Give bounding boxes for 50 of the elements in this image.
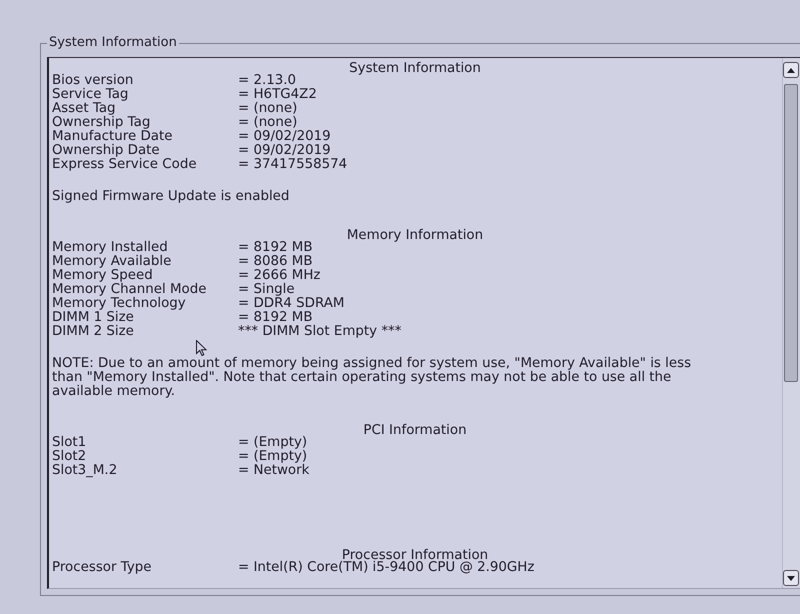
group-box-title: System Information (48, 36, 178, 50)
field-value: = DDR4 SDRAM (238, 297, 344, 311)
field-label: Express Service Code (52, 158, 197, 172)
field-label: Memory Speed (52, 269, 153, 283)
field-value: = 37417558574 (238, 158, 348, 172)
field-value: = 8192 MB (238, 241, 313, 255)
field-value: = 09/02/2019 (238, 130, 331, 144)
scrollbar[interactable] (782, 58, 800, 588)
field-value: = 09/02/2019 (238, 144, 331, 158)
mouse-pointer-icon (196, 340, 207, 356)
field-label: Memory Installed (52, 241, 168, 255)
field-value: = (none) (238, 116, 298, 130)
field-label: Manufacture Date (52, 130, 172, 144)
field-value: = (Empty) (238, 450, 308, 464)
caret-down-icon (787, 576, 795, 580)
section-heading: Processor Information (342, 550, 488, 561)
field-label: Slot1 (52, 436, 86, 450)
field-label: Ownership Tag (52, 116, 150, 130)
section-heading: PCI Information (363, 425, 467, 436)
section-heading: Memory Information (346, 230, 484, 241)
field-label: Asset Tag (52, 102, 116, 116)
scroll-up-button[interactable] (783, 62, 799, 78)
scrollbar-thumb[interactable] (784, 84, 798, 382)
scroll-down-button[interactable] (783, 570, 799, 586)
field-value: = H6TG4Z2 (238, 88, 317, 102)
field-value: = 8192 MB (238, 311, 313, 325)
field-value: = 2666 MHz (238, 269, 320, 283)
field-label: Memory Channel Mode (52, 283, 206, 297)
field-label: DIMM 2 Size (52, 325, 134, 339)
field-label: Slot2 (52, 450, 86, 464)
caret-up-icon (787, 68, 795, 72)
field-value: = Single (238, 283, 295, 297)
field-value: = (Empty) (238, 436, 308, 450)
field-value: = Intel(R) Core(TM) i5-9400 CPU @ 2.90GHz (238, 561, 534, 575)
note-text: NOTE: Due to an amount of memory being assigned for system use, "Memory Available" is less than "Memory Installed". Note that certain operating systems may not be able to use all the available memory. (52, 357, 692, 399)
field-value: *** DIMM Slot Empty *** (238, 325, 402, 339)
field-label: Bios version (52, 74, 134, 88)
field-label: Service Tag (52, 88, 128, 102)
field-label: Memory Available (52, 255, 172, 269)
field-label: Slot3_M.2 (52, 464, 118, 478)
field-label: DIMM 1 Size (52, 311, 134, 325)
field-value: = Network (238, 464, 310, 478)
field-value: = 2.13.0 (238, 74, 296, 88)
field-label: Processor Type (52, 561, 152, 575)
field-label: Ownership Date (52, 144, 160, 158)
field-label: Memory Technology (52, 297, 186, 311)
field-value: = 8086 MB (238, 255, 313, 269)
note-text: Signed Firmware Update is enabled (52, 190, 290, 204)
section-heading: System Information (349, 63, 481, 74)
field-value: = (none) (238, 102, 298, 116)
